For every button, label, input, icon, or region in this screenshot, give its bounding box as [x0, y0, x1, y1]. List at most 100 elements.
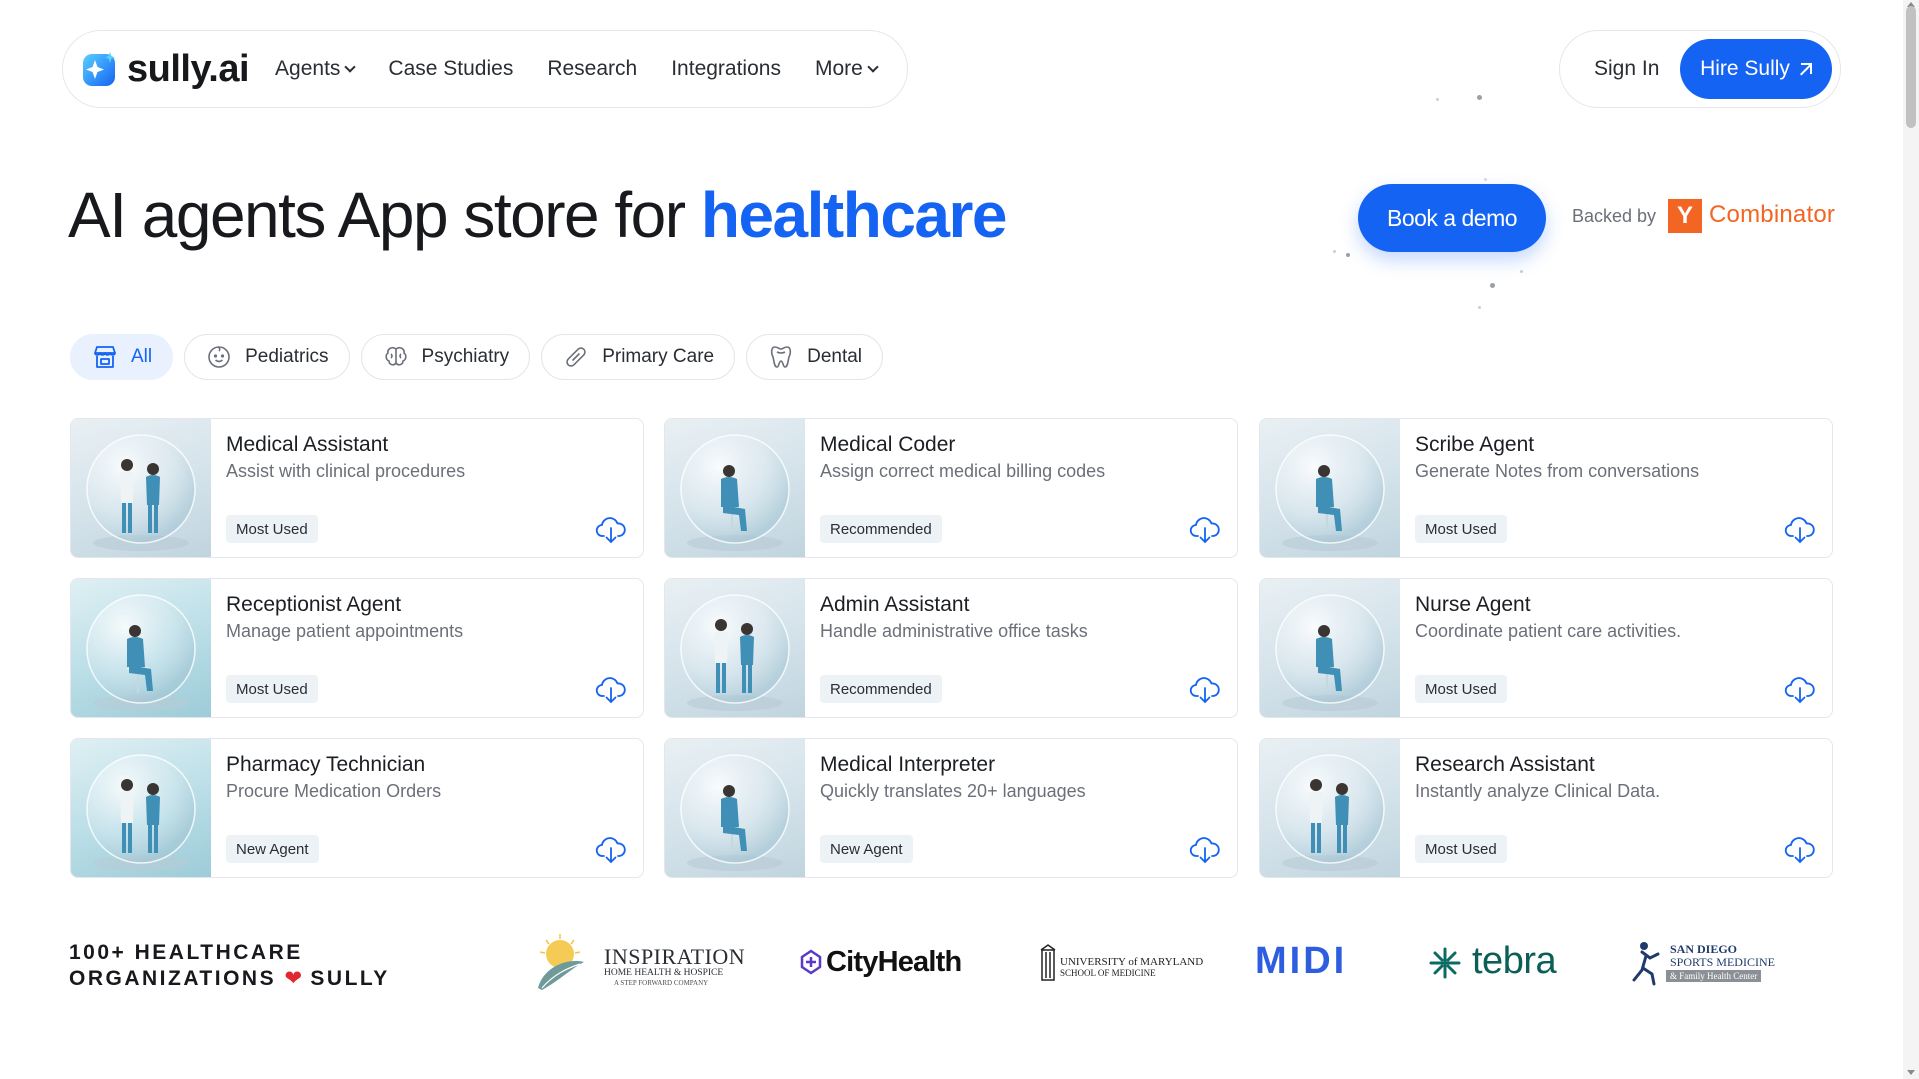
agent-bubble-illustration — [86, 754, 196, 871]
trusted-by-heading: 100+ HEALTHCARE ORGANIZATIONS ❤ SULLY — [69, 940, 390, 992]
decorative-dot — [1333, 250, 1336, 253]
agent-badge: Most Used — [1415, 835, 1507, 863]
sdsm-line3: & Family Health Center — [1666, 970, 1762, 982]
nav-research[interactable]: Research — [547, 57, 637, 81]
agent-description: Handle administrative office tasks — [820, 621, 1088, 641]
umaryland-line1: UNIVERSITY of MARYLAND — [1060, 956, 1204, 968]
agent-badge: Recommended — [820, 675, 942, 703]
trusted-by-sully: SULLY — [310, 967, 390, 990]
filter-psychiatry[interactable]: Psychiatry — [360, 334, 531, 380]
agent-badge: Most Used — [226, 515, 318, 543]
logo-inspiration: INSPIRATION HOME HEALTH & HOSPICE A STEP… — [528, 932, 745, 992]
logo-san-diego-sports-medicine: SAN DIEGO SPORTS MEDICINE & Family Healt… — [1630, 940, 1780, 988]
baby-face-icon — [208, 346, 230, 368]
sdsm-line2: SPORTS MEDICINE — [1670, 955, 1775, 969]
cloud-download-icon[interactable] — [595, 515, 627, 545]
scroll-down-arrow[interactable] — [1907, 1070, 1915, 1075]
sun-leaf-icon — [538, 934, 584, 990]
filter-all[interactable]: All — [70, 334, 174, 380]
agent-bubble-illustration — [680, 434, 790, 551]
filter-dental[interactable]: Dental — [746, 334, 884, 380]
agent-bubble-illustration — [1275, 754, 1385, 871]
cloud-download-icon[interactable] — [1784, 675, 1816, 705]
logo-midi: MIDI — [1255, 940, 1347, 983]
cityhealth-name: CityHealth — [826, 946, 962, 978]
cloud-download-icon[interactable] — [1784, 835, 1816, 865]
filter-psychiatry-label: Psychiatry — [421, 346, 510, 367]
agent-thumbnail — [665, 579, 805, 717]
yc-name: Combinator — [1709, 201, 1836, 228]
agent-thumbnail — [71, 419, 211, 557]
decorative-dot — [1484, 178, 1487, 181]
agent-description: Manage patient appointments — [226, 621, 464, 641]
trusted-by-line2: ORGANIZATIONS ❤ SULLY — [69, 966, 390, 992]
agent-bubble-illustration — [680, 754, 790, 871]
decorative-dot — [1346, 253, 1350, 257]
agent-badge: New Agent — [820, 835, 913, 863]
midi-name: MIDI — [1255, 940, 1348, 982]
runner-icon — [1632, 942, 1660, 986]
title-prefix: AI agents App store for — [68, 179, 701, 251]
filter-pediatrics[interactable]: Pediatrics — [184, 334, 350, 380]
inspiration-sub2: A STEP FORWARD COMPANY — [614, 979, 709, 987]
agent-bubble-illustration — [86, 434, 196, 551]
page-title: AI agents App store for healthcare — [68, 178, 1008, 252]
tebra-mark-icon — [1429, 947, 1461, 979]
agent-description: Assign correct medical billing codes — [820, 461, 1106, 481]
cloud-download-icon[interactable] — [1189, 675, 1221, 705]
nav-integrations[interactable]: Integrations — [671, 57, 781, 81]
nav-case-studies[interactable]: Case Studies — [388, 57, 513, 81]
scrollbar-thumb[interactable] — [1906, 6, 1916, 128]
page-scrollbar[interactable] — [1903, 0, 1919, 1079]
agent-description: Coordinate patient care activities. — [1415, 621, 1682, 641]
sign-in-link[interactable]: Sign In — [1594, 57, 1659, 81]
agent-description: Procure Medication Orders — [226, 781, 442, 801]
decorative-dot — [1477, 95, 1482, 100]
agent-card[interactable]: Medical Assistant Assist with clinical p… — [70, 418, 644, 558]
agent-title: Medical Interpreter — [820, 753, 996, 776]
agent-card[interactable]: Pharmacy Technician Procure Medication O… — [70, 738, 644, 878]
cloud-download-icon[interactable] — [595, 835, 627, 865]
heart-icon: ❤ — [284, 967, 303, 990]
agent-card[interactable]: Nurse Agent Coordinate patient care acti… — [1259, 578, 1833, 718]
cloud-download-icon[interactable] — [1189, 835, 1221, 865]
pill-icon — [566, 347, 586, 367]
agent-bubble-illustration — [1275, 594, 1385, 711]
agent-bubble-illustration — [1275, 434, 1385, 551]
agent-title: Medical Assistant — [226, 433, 389, 456]
sully-logo-icon — [81, 50, 119, 88]
hire-sully-button[interactable]: Hire Sully — [1680, 39, 1832, 99]
umaryland-line2: SCHOOL OF MEDICINE — [1060, 968, 1156, 978]
agent-description: Quickly translates 20+ languages — [820, 781, 1086, 801]
nav-more[interactable]: More — [815, 57, 879, 81]
filter-primary-care[interactable]: Primary Care — [541, 334, 736, 380]
brain-icon — [384, 346, 407, 366]
nav-integrations-label: Integrations — [671, 57, 781, 80]
filter-dental-label: Dental — [807, 346, 863, 367]
agent-thumbnail — [665, 419, 805, 557]
tebra-name: tebra — [1472, 940, 1557, 982]
agent-thumbnail — [1260, 579, 1400, 717]
agent-card[interactable]: Medical Coder Assign correct medical bil… — [664, 418, 1238, 558]
decorative-dot — [1520, 270, 1523, 273]
yc-letter: Y — [1676, 202, 1693, 229]
store-icon — [94, 346, 116, 368]
cloud-download-icon[interactable] — [595, 675, 627, 705]
filter-pediatrics-label: Pediatrics — [245, 346, 329, 367]
nav-agents-label: Agents — [275, 57, 341, 80]
agent-thumbnail — [1260, 419, 1400, 557]
agent-thumbnail — [1260, 739, 1400, 877]
book-demo-button[interactable]: Book a demo — [1358, 184, 1546, 252]
brand-logo[interactable]: sully.ai — [81, 48, 250, 91]
agent-description: Instantly analyze Clinical Data. — [1415, 781, 1661, 801]
cloud-download-icon[interactable] — [1189, 515, 1221, 545]
nav-agents[interactable]: Agents — [275, 57, 357, 81]
agent-card[interactable]: Scribe Agent Generate Notes from convers… — [1259, 418, 1833, 558]
agent-card[interactable]: Research Assistant Instantly analyze Cli… — [1259, 738, 1833, 878]
chevron-down-icon — [867, 61, 879, 73]
agent-card[interactable]: Admin Assistant Handle administrative of… — [664, 578, 1238, 718]
agent-card[interactable]: Receptionist Agent Manage patient appoin… — [70, 578, 644, 718]
agent-card[interactable]: Medical Interpreter Quickly translates 2… — [664, 738, 1238, 878]
agent-thumbnail — [71, 739, 211, 877]
cloud-download-icon[interactable] — [1784, 515, 1816, 545]
